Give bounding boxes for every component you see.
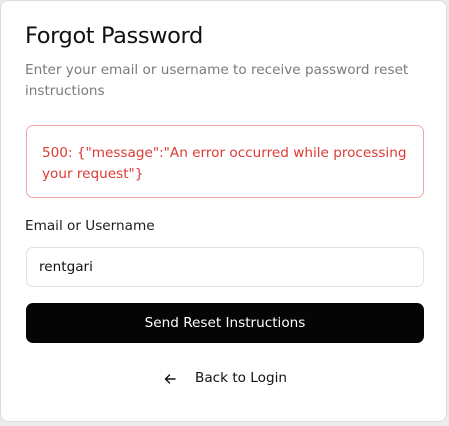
email-username-input[interactable] [26,247,424,287]
forgot-password-card: Forgot Password Enter your email or user… [0,0,447,422]
back-to-login-link[interactable]: Back to Login [163,367,287,389]
page-title: Forgot Password [25,23,203,49]
error-alert: 500: {"message":"An error occurred while… [26,125,424,198]
error-message: 500: {"message":"An error occurred while… [42,145,407,182]
send-reset-instructions-button[interactable]: Send Reset Instructions [26,303,424,343]
arrow-left-icon [163,371,177,385]
back-to-login-label: Back to Login [195,370,287,386]
email-username-label: Email or Username [25,218,155,234]
page-subtitle: Enter your email or username to receive … [25,62,409,99]
